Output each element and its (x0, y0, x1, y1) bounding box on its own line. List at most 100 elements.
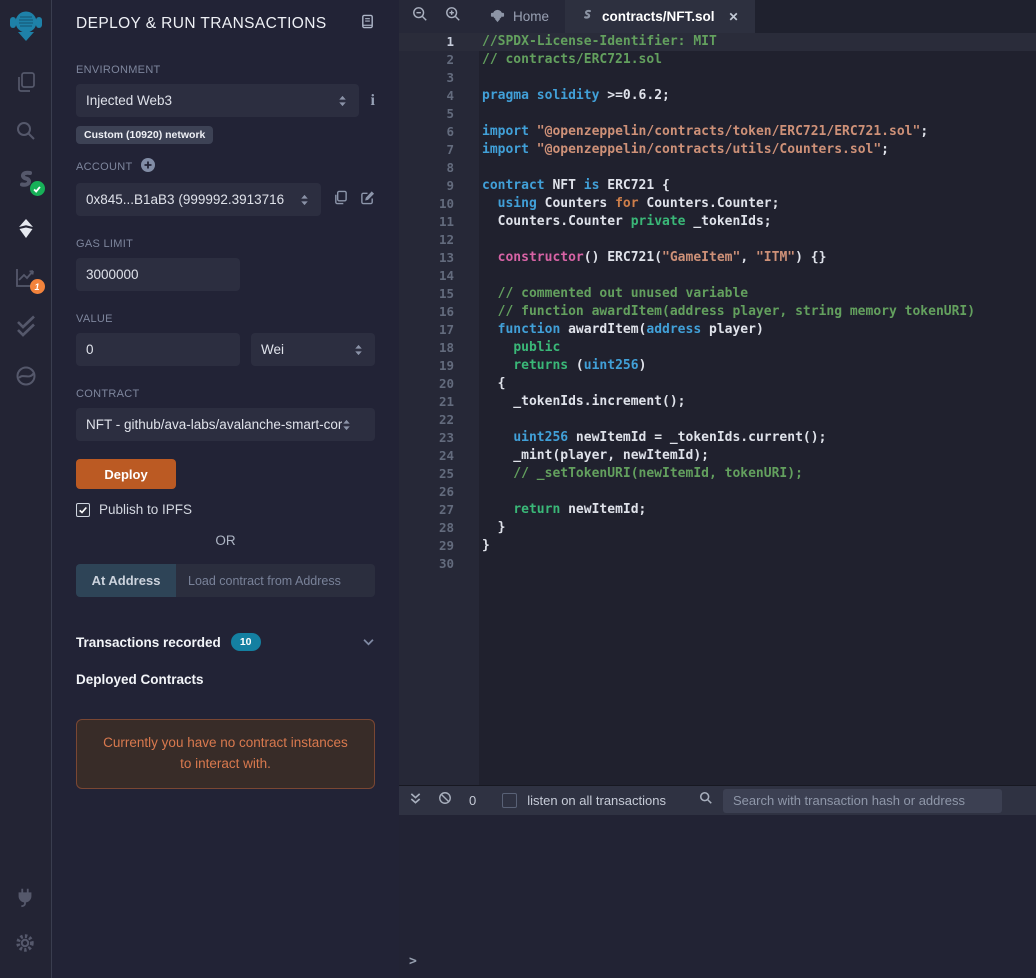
code-line[interactable]: 7 import "@openzeppelin/contracts/utils/C… (399, 141, 1036, 159)
code-text: // contracts/ERC721.sol (482, 52, 663, 67)
code-line[interactable]: 14 (399, 267, 1036, 285)
file-explorer-icon[interactable] (14, 70, 38, 94)
code-line[interactable]: 28 } (399, 519, 1036, 537)
code-line[interactable]: 13 constructor() ERC721("GameItem", "ITM… (399, 249, 1036, 267)
edit-account-icon[interactable] (360, 190, 375, 210)
add-account-icon[interactable] (140, 158, 155, 175)
line-number: 20 (438, 376, 454, 391)
code-text: public (513, 340, 561, 355)
gas-limit-input[interactable] (76, 258, 240, 291)
editor-tabbar: Home contracts/NFT.sol ✕ (399, 0, 1036, 33)
clear-console-icon[interactable] (438, 791, 452, 810)
value-input[interactable] (76, 333, 240, 366)
code-line[interactable]: 29} (399, 537, 1036, 555)
deployed-contracts-label: Deployed Contracts (76, 672, 204, 687)
deploy-run-icon[interactable] (14, 217, 38, 241)
code-line[interactable]: 10 using Counters for Counters.Counter; (399, 195, 1036, 213)
terminal-search-icon (699, 791, 713, 810)
value-unit-select[interactable]: Wei (251, 333, 375, 366)
code-text: contract NFT is ERC721 { (482, 178, 670, 193)
contract-label: CONTRACT (76, 388, 140, 400)
select-stepper-icon (332, 94, 349, 108)
code-text: returns (uint256) (513, 358, 647, 373)
chevron-down-icon[interactable] (362, 633, 375, 651)
copy-account-icon[interactable] (333, 190, 348, 210)
code-line[interactable]: 11 Counters.Counter private _tokenIds; (399, 213, 1036, 231)
code-line[interactable]: 27 return newItemId; (399, 501, 1036, 519)
zoom-in-icon[interactable] (445, 6, 461, 27)
remix-logo[interactable] (8, 7, 44, 45)
line-number: 27 (438, 502, 454, 517)
code-text: _tokenIds.increment(); (482, 394, 686, 409)
code-line[interactable]: 4 pragma solidity >=0.6.2; (399, 87, 1036, 105)
unit-testing-icon[interactable] (14, 315, 38, 339)
terminal-search-input[interactable] (723, 788, 1002, 813)
compiled-check-badge (29, 181, 45, 196)
account-select[interactable]: 0x845...B1aB3 (999992.3913716 (76, 183, 321, 216)
code-line[interactable]: 18 public (399, 339, 1036, 357)
transactions-recorded-label: Transactions recorded (76, 634, 221, 650)
line-number: 13 (438, 250, 454, 265)
publish-ipfs-checkbox[interactable] (76, 502, 90, 517)
line-number: 22 (438, 412, 454, 427)
code-line[interactable]: 21 _tokenIds.increment(); (399, 393, 1036, 411)
code-line[interactable]: 23 uint256 newItemId = _tokenIds.current… (399, 429, 1036, 447)
code-line[interactable]: 9 contract NFT is ERC721 { (399, 177, 1036, 195)
tab-contracts-nft-sol[interactable]: contracts/NFT.sol ✕ (565, 0, 755, 33)
terminal-output[interactable]: > (399, 815, 1036, 978)
code-line[interactable]: 30 (399, 555, 1036, 573)
code-line[interactable]: 2 // contracts/ERC721.sol (399, 51, 1036, 69)
tab-home[interactable]: Home (474, 0, 565, 33)
listen-transactions-checkbox[interactable] (502, 793, 518, 808)
code-text: using Counters for Counters.Counter; (497, 196, 780, 211)
code-line[interactable]: 25 // _setTokenURI(newItemId, tokenURI); (399, 465, 1036, 483)
code-text: _mint(player, newItemId); (482, 448, 709, 463)
close-tab-icon[interactable]: ✕ (729, 10, 739, 24)
collapse-terminal-icon[interactable] (409, 792, 422, 810)
debugger-icon[interactable] (14, 364, 38, 388)
solidity-file-icon (581, 9, 594, 25)
code-line[interactable]: 8 (399, 159, 1036, 177)
code-line[interactable]: 1 //SPDX-License-Identifier: MIT (399, 33, 1036, 51)
plugin-manager-icon[interactable] (14, 886, 38, 910)
line-number: 5 (446, 106, 454, 121)
zoom-out-icon[interactable] (412, 6, 428, 27)
contract-select[interactable]: NFT - github/ava-labs/avalanche-smart-co… (76, 408, 375, 441)
code-line[interactable]: 3 (399, 69, 1036, 87)
code-line[interactable]: 6 import "@openzeppelin/contracts/token/E… (399, 123, 1036, 141)
code-line[interactable]: 22 (399, 411, 1036, 429)
no-instances-message: Currently you have no contract instances… (76, 719, 375, 789)
code-line[interactable]: 12 (399, 231, 1036, 249)
line-number: 12 (438, 232, 454, 247)
listen-transactions-label: listen on all transactions (527, 793, 666, 808)
code-text: Counters.Counter private _tokenIds; (482, 214, 772, 229)
deploy-button[interactable]: Deploy (76, 459, 176, 489)
environment-select[interactable]: Injected Web3 (76, 84, 359, 117)
at-address-input[interactable] (176, 564, 375, 597)
code-line[interactable]: 26 (399, 483, 1036, 501)
code-line[interactable]: 15 // commented out unused variable (399, 285, 1036, 303)
solidity-compiler-icon[interactable] (14, 168, 45, 196)
settings-icon[interactable] (14, 932, 38, 956)
at-address-button[interactable]: At Address (76, 564, 176, 597)
code-line[interactable]: 20 { (399, 375, 1036, 393)
documentation-icon[interactable] (360, 14, 375, 34)
code-line[interactable]: 17 function awardItem(address player) (399, 321, 1036, 339)
code-line[interactable]: 16 // function awardItem(address player,… (399, 303, 1036, 321)
line-number: 1 (446, 34, 454, 49)
environment-info-icon[interactable]: i (371, 92, 375, 110)
analysis-icon[interactable]: 1 (14, 266, 45, 294)
code-line[interactable]: 24 _mint(player, newItemId); (399, 447, 1036, 465)
code-line[interactable]: 5 (399, 105, 1036, 123)
code-line[interactable]: 19 returns (uint256) (399, 357, 1036, 375)
code-text: constructor() ERC721("GameItem", "ITM") … (497, 250, 827, 265)
search-icon[interactable] (14, 119, 38, 143)
code-text: pragma solidity >=0.6.2; (482, 88, 670, 103)
line-number: 30 (438, 556, 454, 571)
line-number: 9 (446, 178, 454, 193)
code-editor[interactable]: 1 //SPDX-License-Identifier: MIT 2 // contr… (399, 33, 1036, 785)
environment-label: ENVIRONMENT (76, 64, 161, 76)
